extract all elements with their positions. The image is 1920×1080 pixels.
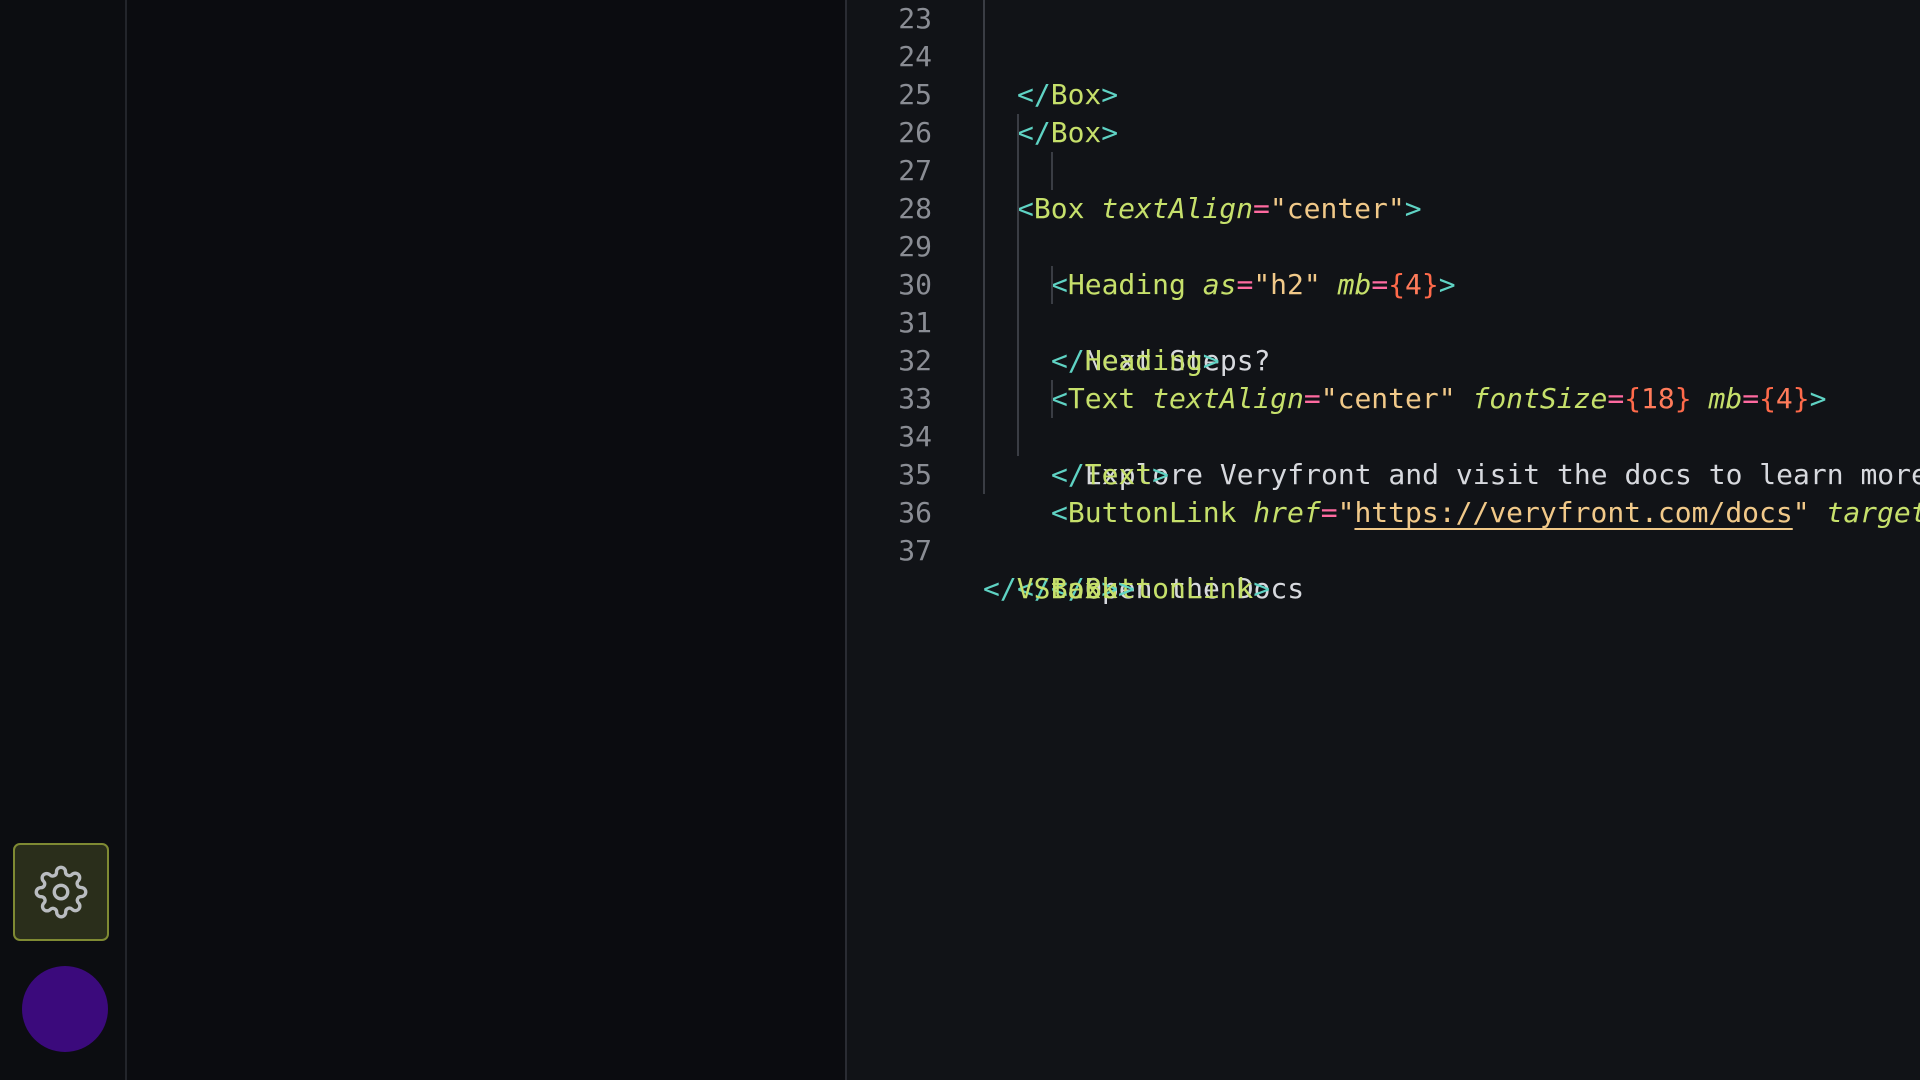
code-line[interactable]: 33 <ButtonLink href="https://veryfront.c… bbox=[847, 342, 1920, 529]
code-line[interactable]: 30 <Text textAlign="center" fontSize={18… bbox=[847, 228, 1827, 415]
code-line[interactable]: 27 <Heading as="h2" mb={4}> bbox=[847, 114, 1456, 301]
code-line[interactable]: 32 </Text> bbox=[847, 304, 1169, 491]
gear-icon bbox=[34, 865, 88, 919]
code-lines: 23 </Box> 24 </Box> 25 26 <Box textAlign… bbox=[847, 0, 1920, 605]
line-number: 37 bbox=[898, 534, 932, 567]
code-editor[interactable]: 23 </Box> 24 </Box> 25 26 <Box textAlign… bbox=[847, 0, 1920, 1080]
code-line[interactable]: 35 </ButtonLink> bbox=[847, 418, 1270, 605]
code-line[interactable]: 25 bbox=[847, 38, 985, 111]
docs-url-link[interactable]: https://veryfront.com/docs bbox=[1354, 496, 1792, 529]
code-line[interactable]: 29 </Heading> bbox=[847, 190, 1220, 377]
code-line[interactable]: 34 Open the Docs bbox=[847, 380, 1304, 605]
code-line[interactable]: 24 </Box> bbox=[847, 0, 1118, 149]
code-line[interactable]: 31 Explore Veryfront and visit the docs … bbox=[847, 266, 1920, 491]
code-line[interactable]: 28 Next Steps? bbox=[847, 152, 1270, 377]
activity-rail bbox=[0, 0, 127, 1080]
code-line[interactable]: 37 </VStack> bbox=[847, 494, 1134, 605]
preview-panel bbox=[127, 0, 847, 1080]
settings-button[interactable] bbox=[13, 843, 109, 941]
avatar[interactable] bbox=[22, 966, 108, 1052]
code-line[interactable]: 26 <Box textAlign="center"> bbox=[847, 76, 1422, 225]
code-line[interactable]: 36 </Box> bbox=[847, 456, 1118, 605]
